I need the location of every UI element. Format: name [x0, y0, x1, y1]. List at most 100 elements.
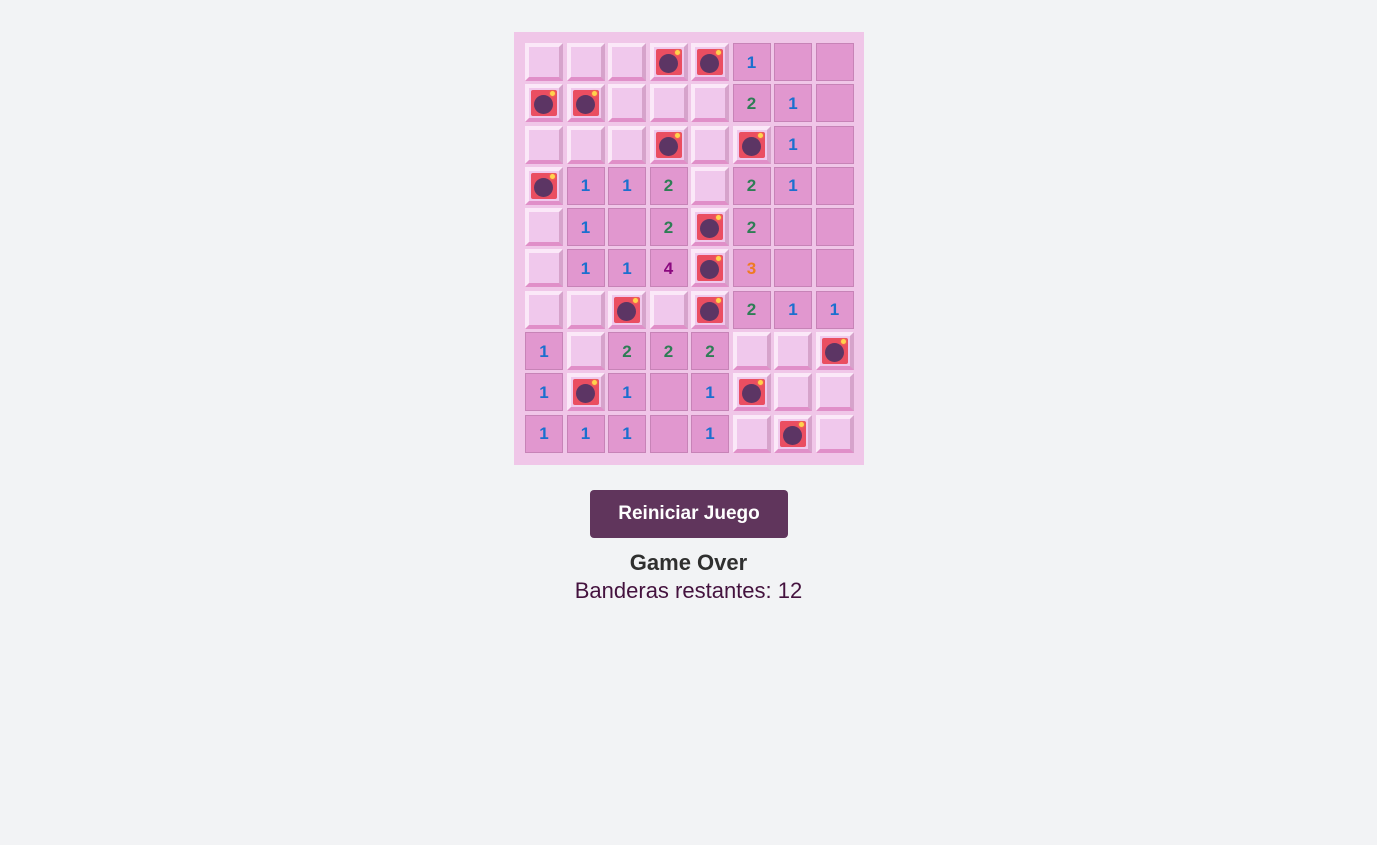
- cell-hidden[interactable]: [525, 208, 563, 247]
- cell-number[interactable]: 2: [649, 332, 688, 371]
- cell-hidden[interactable]: [649, 84, 688, 123]
- cell-number[interactable]: 1: [608, 373, 646, 412]
- cell-hidden[interactable]: [815, 414, 854, 453]
- cell-hidden[interactable]: [525, 43, 563, 81]
- cell-number[interactable]: 1: [525, 414, 563, 453]
- cell-mine[interactable]: [525, 84, 563, 123]
- cell-number[interactable]: 4: [649, 249, 688, 288]
- cell-number-label: 1: [622, 176, 632, 196]
- cell-mine[interactable]: [608, 290, 646, 329]
- cell-number-label: 1: [580, 424, 591, 444]
- cell-hidden[interactable]: [774, 332, 812, 371]
- cell-number-label: 1: [539, 382, 549, 402]
- cell-number-label: 1: [705, 382, 715, 402]
- cell-number-label: 1: [788, 135, 798, 155]
- cell-mine[interactable]: [691, 290, 729, 329]
- cell-number[interactable]: 1: [691, 373, 729, 412]
- cell-empty[interactable]: [815, 166, 854, 205]
- cell-number[interactable]: 2: [732, 84, 771, 123]
- cell-number-label: 2: [663, 176, 674, 196]
- cell-number[interactable]: 1: [774, 84, 812, 123]
- cell-number[interactable]: 1: [566, 249, 605, 288]
- cell-number-label: 2: [663, 217, 674, 237]
- cell-mine[interactable]: [691, 249, 729, 288]
- flags-remaining: Banderas restantes: 12: [574, 578, 803, 603]
- cell-number[interactable]: 2: [732, 290, 771, 329]
- cell-number[interactable]: 1: [691, 414, 729, 453]
- cell-mine[interactable]: [649, 125, 688, 164]
- cell-mine[interactable]: [525, 166, 563, 205]
- cell-number-label: 2: [622, 341, 632, 361]
- cell-mine[interactable]: [732, 373, 771, 412]
- cell-number[interactable]: 1: [566, 166, 605, 205]
- bomb-icon: [697, 214, 723, 241]
- restart-button[interactable]: Reiniciar Juego: [590, 490, 788, 538]
- cell-number-label: 1: [788, 176, 798, 196]
- cell-number[interactable]: 1: [774, 125, 812, 164]
- cell-hidden[interactable]: [608, 125, 646, 164]
- cell-number[interactable]: 1: [608, 166, 646, 205]
- cell-number-label: 1: [622, 424, 632, 444]
- cell-empty[interactable]: [815, 249, 854, 288]
- cell-hidden[interactable]: [566, 125, 605, 164]
- cell-empty[interactable]: [815, 43, 854, 81]
- cell-hidden[interactable]: [732, 332, 771, 371]
- cell-number-label: 1: [622, 258, 632, 278]
- cell-number[interactable]: 2: [691, 332, 729, 371]
- cell-mine[interactable]: [649, 43, 688, 81]
- cell-number[interactable]: 1: [815, 290, 854, 329]
- cell-hidden[interactable]: [566, 43, 605, 81]
- cell-hidden[interactable]: [566, 290, 605, 329]
- cell-mine[interactable]: [732, 125, 771, 164]
- cell-number[interactable]: 3: [732, 249, 771, 288]
- cell-empty[interactable]: [774, 208, 812, 247]
- cell-empty[interactable]: [774, 43, 812, 81]
- cell-number-label: 4: [663, 258, 674, 278]
- cell-empty[interactable]: [649, 373, 688, 412]
- cell-mine[interactable]: [815, 332, 854, 371]
- cell-mine[interactable]: [774, 414, 812, 453]
- bomb-icon: [572, 90, 599, 117]
- cell-number[interactable]: 1: [608, 414, 646, 453]
- cell-number[interactable]: 1: [566, 208, 605, 247]
- cell-number[interactable]: 1: [774, 290, 812, 329]
- cell-hidden[interactable]: [525, 249, 563, 288]
- cell-hidden[interactable]: [608, 84, 646, 123]
- bomb-icon: [738, 131, 765, 158]
- cell-number[interactable]: 1: [608, 249, 646, 288]
- cell-empty[interactable]: [815, 208, 854, 247]
- cell-hidden[interactable]: [525, 290, 563, 329]
- cell-number[interactable]: 1: [774, 166, 812, 205]
- cell-number[interactable]: 1: [525, 373, 563, 412]
- cell-hidden[interactable]: [691, 84, 729, 123]
- cell-empty[interactable]: [649, 414, 688, 453]
- cell-number[interactable]: 2: [649, 166, 688, 205]
- cell-mine[interactable]: [566, 84, 605, 123]
- cell-hidden[interactable]: [691, 125, 729, 164]
- cell-hidden[interactable]: [774, 373, 812, 412]
- cell-number[interactable]: 1: [732, 43, 771, 81]
- cell-number[interactable]: 2: [732, 208, 771, 247]
- cell-hidden[interactable]: [608, 43, 646, 81]
- cell-mine[interactable]: [691, 43, 729, 81]
- cell-number-label: 1: [622, 382, 632, 402]
- cell-number[interactable]: 2: [649, 208, 688, 247]
- cell-number-label: 1: [580, 258, 591, 278]
- cell-empty[interactable]: [774, 249, 812, 288]
- cell-empty[interactable]: [815, 125, 854, 164]
- cell-hidden[interactable]: [691, 166, 729, 205]
- cell-hidden[interactable]: [732, 414, 771, 453]
- cell-number-label: 2: [746, 300, 757, 320]
- cell-empty[interactable]: [815, 84, 854, 123]
- cell-mine[interactable]: [566, 373, 605, 412]
- cell-hidden[interactable]: [566, 332, 605, 371]
- cell-number[interactable]: 1: [566, 414, 605, 453]
- cell-number[interactable]: 2: [608, 332, 646, 371]
- cell-hidden[interactable]: [525, 125, 563, 164]
- cell-empty[interactable]: [608, 208, 646, 247]
- cell-mine[interactable]: [691, 208, 729, 247]
- cell-number[interactable]: 2: [732, 166, 771, 205]
- cell-hidden[interactable]: [815, 373, 854, 412]
- cell-number[interactable]: 1: [525, 332, 563, 371]
- cell-hidden[interactable]: [649, 290, 688, 329]
